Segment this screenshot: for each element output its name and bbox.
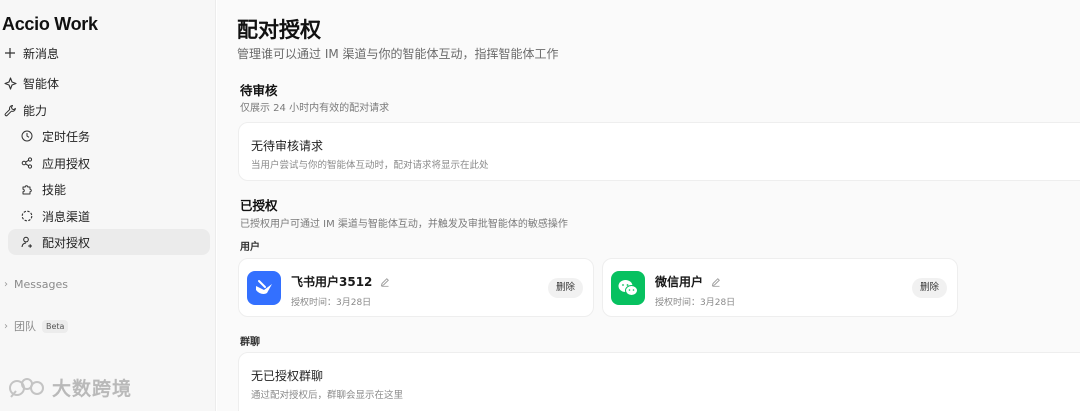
sidebar-item-label: 技能: [42, 182, 67, 197]
sidebar-item-label: 消息渠道: [42, 209, 91, 224]
pending-empty-card: 无待审核请求 当用户尝试与你的智能体互动时，配对请求将显示在此处: [238, 122, 1080, 181]
users-label: 用户: [240, 242, 260, 253]
watermark-logo-icon: [9, 377, 44, 398]
wechat-avatar: [611, 271, 645, 305]
sparkle-icon: [3, 76, 17, 90]
watermark-text: 大数跨境: [52, 378, 133, 400]
auth-time: 授权时间：3月28日: [655, 298, 736, 308]
wrench-icon: [3, 103, 17, 117]
sidebar-item-pairing-auth[interactable]: 配对授权: [8, 229, 210, 255]
sidebar-item-label: 定时任务: [42, 129, 91, 144]
user-card-wechat: 微信用户 授权时间：3月28日 删除: [602, 258, 958, 317]
sidebar-item-label: 配对授权: [42, 235, 91, 250]
sidebar-item-label: 应用授权: [42, 156, 91, 171]
user-key-icon: [20, 235, 34, 249]
clock-icon: [20, 129, 34, 143]
sidebar: Accio Work 新消息 智能体 能力 定时任务 应用授权 技能 消息渠道 …: [0, 0, 216, 411]
sidebar-section-messages[interactable]: › Messages: [0, 271, 216, 297]
groups-empty-desc: 通过配对授权后，群聊会显示在这里: [251, 390, 404, 401]
dashed-circle-icon: [20, 209, 34, 223]
auth-time: 授权时间：3月28日: [291, 298, 372, 308]
user-name: 微信用户: [655, 273, 721, 290]
main-content: 配对授权 管理谁可以通过 IM 渠道与你的智能体互动，指挥智能体工作 待审核 仅…: [217, 0, 1080, 411]
chevron-right-icon: ›: [4, 320, 8, 332]
groups-empty-title: 无已授权群聊: [251, 369, 324, 383]
sidebar-item-skills[interactable]: 技能: [0, 176, 216, 202]
watermark: 大数跨境: [8, 374, 132, 401]
pending-empty-title: 无待审核请求: [251, 139, 324, 153]
sidebar-item-scheduled-tasks[interactable]: 定时任务: [0, 123, 216, 149]
delete-button[interactable]: 删除: [547, 278, 583, 298]
edit-icon[interactable]: [711, 277, 721, 287]
feishu-logo-icon: [256, 280, 272, 294]
sidebar-item-label: 新消息: [23, 46, 60, 61]
pending-section-desc: 仅展示 24 小时内有效的配对请求: [240, 103, 390, 114]
sidebar-section-label: 团队: [14, 320, 36, 333]
sidebar-item-new-message[interactable]: 新消息: [0, 40, 216, 66]
sidebar-item-label: 能力: [23, 103, 48, 118]
plus-icon: [3, 46, 17, 60]
chevron-right-icon: ›: [4, 278, 8, 290]
wechat-logo-icon: [618, 280, 638, 296]
sidebar-item-app-auth[interactable]: 应用授权: [0, 150, 216, 176]
user-name: 飞书用户3512: [291, 273, 390, 290]
puzzle-icon: [20, 182, 34, 196]
edit-icon[interactable]: [380, 277, 390, 287]
user-card-feishu: 飞书用户3512 授权时间：3月28日 删除: [238, 258, 594, 317]
authorized-section-desc: 已授权用户可通过 IM 渠道与智能体互动，并触发及审批智能体的敏感操作: [240, 219, 568, 230]
pending-empty-desc: 当用户尝试与你的智能体互动时，配对请求将显示在此处: [251, 160, 489, 171]
page-subtitle: 管理谁可以通过 IM 渠道与你的智能体互动，指挥智能体工作: [237, 47, 559, 61]
feishu-avatar: [247, 271, 281, 305]
sidebar-section-team[interactable]: › 团队 Beta: [0, 313, 216, 339]
user-name-text: 飞书用户3512: [291, 275, 373, 289]
sidebar-item-channels[interactable]: 消息渠道: [0, 203, 216, 229]
authorized-section-title: 已授权: [240, 198, 278, 213]
sidebar-item-label: 智能体: [23, 76, 60, 91]
groups-label: 群聊: [240, 337, 260, 348]
pending-section-title: 待审核: [240, 83, 278, 98]
delete-button[interactable]: 删除: [911, 278, 947, 298]
groups-empty-card: 无已授权群聊 通过配对授权后，群聊会显示在这里: [238, 352, 1080, 411]
share-nodes-icon: [20, 156, 34, 170]
app-logo: Accio Work: [2, 14, 98, 34]
page-title: 配对授权: [237, 18, 321, 42]
beta-badge: Beta: [42, 319, 69, 333]
sidebar-section-label: Messages: [14, 277, 68, 291]
user-name-text: 微信用户: [655, 275, 704, 289]
sidebar-item-capabilities[interactable]: 能力: [0, 97, 216, 123]
sidebar-item-agents[interactable]: 智能体: [0, 70, 216, 96]
